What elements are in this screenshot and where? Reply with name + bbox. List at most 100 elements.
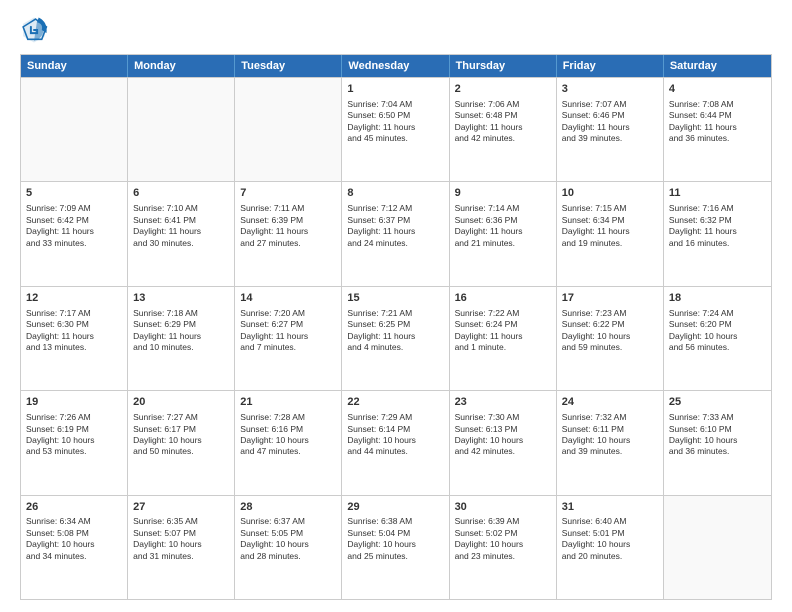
day-number: 23: [455, 395, 551, 410]
day-info: Sunrise: 7:26 AM Sunset: 6:19 PM Dayligh…: [26, 412, 122, 458]
calendar-day-14: 14Sunrise: 7:20 AM Sunset: 6:27 PM Dayli…: [235, 287, 342, 390]
calendar-day-23: 23Sunrise: 7:30 AM Sunset: 6:13 PM Dayli…: [450, 391, 557, 494]
empty-cell: [664, 496, 771, 599]
day-of-week-thursday: Thursday: [450, 55, 557, 77]
calendar-day-27: 27Sunrise: 6:35 AM Sunset: 5:07 PM Dayli…: [128, 496, 235, 599]
day-info: Sunrise: 6:39 AM Sunset: 5:02 PM Dayligh…: [455, 516, 551, 562]
day-info: Sunrise: 7:22 AM Sunset: 6:24 PM Dayligh…: [455, 308, 551, 354]
day-number: 15: [347, 291, 443, 306]
calendar-day-10: 10 Sunrise: 7:15 AM Sunset: 6:34 PM Dayli…: [557, 182, 664, 285]
day-info: Sunrise: 7:10 AM Sunset: 6:41 PM Dayligh…: [133, 203, 229, 249]
header: [20, 16, 772, 44]
calendar-week-2: 5 Sunrise: 7:09 AM Sunset: 6:42 PM Daylig…: [21, 181, 771, 285]
day-info: Sunrise: 7:33 AM Sunset: 6:10 PM Dayligh…: [669, 412, 766, 458]
page: SundayMondayTuesdayWednesdayThursdayFrid…: [0, 0, 792, 612]
day-info: Sunrise: 6:40 AM Sunset: 5:01 PM Dayligh…: [562, 516, 658, 562]
day-number: 3: [562, 82, 658, 97]
day-number: 4: [669, 82, 766, 97]
calendar-day-4: 4 Sunrise: 7:08 AM Sunset: 6:44 PM Daylig…: [664, 78, 771, 181]
day-number: 11: [669, 186, 766, 201]
day-number: 12: [26, 291, 122, 306]
day-info: Sunrise: 7:08 AM Sunset: 6:44 PM Dayligh…: [669, 99, 766, 145]
day-info: Sunrise: 7:32 AM Sunset: 6:11 PM Dayligh…: [562, 412, 658, 458]
day-info: Sunrise: 7:06 AM Sunset: 6:48 PM Dayligh…: [455, 99, 551, 145]
calendar-day-30: 30Sunrise: 6:39 AM Sunset: 5:02 PM Dayli…: [450, 496, 557, 599]
calendar-day-1: 1 Sunrise: 7:04 AM Sunset: 6:50 PM Daylig…: [342, 78, 449, 181]
day-info: Sunrise: 7:28 AM Sunset: 6:16 PM Dayligh…: [240, 412, 336, 458]
day-number: 18: [669, 291, 766, 306]
calendar-day-18: 18 Sunrise: 7:24 AM Sunset: 6:20 PM Dayli…: [664, 287, 771, 390]
calendar-day-24: 24 Sunrise: 7:32 AM Sunset: 6:11 PM Dayli…: [557, 391, 664, 494]
calendar-day-22: 22 Sunrise: 7:29 AM Sunset: 6:14 PM Dayli…: [342, 391, 449, 494]
calendar-day-25: 25 Sunrise: 7:33 AM Sunset: 6:10 PM Dayli…: [664, 391, 771, 494]
day-number: 10: [562, 186, 658, 201]
empty-cell: [128, 78, 235, 181]
day-number: 2: [455, 82, 551, 97]
calendar-week-3: 12 Sunrise: 7:17 AM Sunset: 6:30 PM Dayli…: [21, 286, 771, 390]
calendar-day-31: 31Sunrise: 6:40 AM Sunset: 5:01 PM Dayli…: [557, 496, 664, 599]
day-info: Sunrise: 7:18 AM Sunset: 6:29 PM Dayligh…: [133, 308, 229, 354]
day-number: 29: [347, 500, 443, 515]
day-number: 25: [669, 395, 766, 410]
day-info: Sunrise: 7:11 AM Sunset: 6:39 PM Dayligh…: [240, 203, 336, 249]
calendar-day-8: 8 Sunrise: 7:12 AM Sunset: 6:37 PM Daylig…: [342, 182, 449, 285]
day-number: 22: [347, 395, 443, 410]
calendar-day-21: 21 Sunrise: 7:28 AM Sunset: 6:16 PM Dayli…: [235, 391, 342, 494]
logo: [20, 16, 52, 44]
day-number: 5: [26, 186, 122, 201]
calendar-day-6: 6 Sunrise: 7:10 AM Sunset: 6:41 PM Daylig…: [128, 182, 235, 285]
day-info: Sunrise: 7:20 AM Sunset: 6:27 PM Dayligh…: [240, 308, 336, 354]
day-number: 6: [133, 186, 229, 201]
day-of-week-saturday: Saturday: [664, 55, 771, 77]
day-number: 28: [240, 500, 336, 515]
day-number: 30: [455, 500, 551, 515]
day-number: 19: [26, 395, 122, 410]
logo-icon: [20, 16, 48, 44]
day-info: Sunrise: 6:38 AM Sunset: 5:04 PM Dayligh…: [347, 516, 443, 562]
calendar: SundayMondayTuesdayWednesdayThursdayFrid…: [20, 54, 772, 600]
day-number: 8: [347, 186, 443, 201]
day-number: 9: [455, 186, 551, 201]
calendar-day-3: 3 Sunrise: 7:07 AM Sunset: 6:46 PM Daylig…: [557, 78, 664, 181]
day-number: 21: [240, 395, 336, 410]
day-of-week-monday: Monday: [128, 55, 235, 77]
day-number: 27: [133, 500, 229, 515]
day-info: Sunrise: 7:12 AM Sunset: 6:37 PM Dayligh…: [347, 203, 443, 249]
calendar-day-11: 11Sunrise: 7:16 AM Sunset: 6:32 PM Dayli…: [664, 182, 771, 285]
calendar-day-17: 17 Sunrise: 7:23 AM Sunset: 6:22 PM Dayli…: [557, 287, 664, 390]
empty-cell: [235, 78, 342, 181]
calendar-week-5: 26Sunrise: 6:34 AM Sunset: 5:08 PM Dayli…: [21, 495, 771, 599]
day-info: Sunrise: 7:09 AM Sunset: 6:42 PM Dayligh…: [26, 203, 122, 249]
day-number: 20: [133, 395, 229, 410]
calendar-day-29: 29Sunrise: 6:38 AM Sunset: 5:04 PM Dayli…: [342, 496, 449, 599]
day-info: Sunrise: 7:15 AM Sunset: 6:34 PM Dayligh…: [562, 203, 658, 249]
day-of-week-friday: Friday: [557, 55, 664, 77]
day-number: 17: [562, 291, 658, 306]
day-number: 24: [562, 395, 658, 410]
calendar-day-20: 20 Sunrise: 7:27 AM Sunset: 6:17 PM Dayli…: [128, 391, 235, 494]
day-of-week-sunday: Sunday: [21, 55, 128, 77]
calendar-week-4: 19 Sunrise: 7:26 AM Sunset: 6:19 PM Dayli…: [21, 390, 771, 494]
day-number: 13: [133, 291, 229, 306]
calendar-week-1: 1 Sunrise: 7:04 AM Sunset: 6:50 PM Daylig…: [21, 77, 771, 181]
day-info: Sunrise: 7:29 AM Sunset: 6:14 PM Dayligh…: [347, 412, 443, 458]
calendar-day-12: 12 Sunrise: 7:17 AM Sunset: 6:30 PM Dayli…: [21, 287, 128, 390]
day-info: Sunrise: 7:17 AM Sunset: 6:30 PM Dayligh…: [26, 308, 122, 354]
day-info: Sunrise: 6:34 AM Sunset: 5:08 PM Dayligh…: [26, 516, 122, 562]
calendar-day-19: 19 Sunrise: 7:26 AM Sunset: 6:19 PM Dayli…: [21, 391, 128, 494]
day-of-week-tuesday: Tuesday: [235, 55, 342, 77]
day-number: 26: [26, 500, 122, 515]
day-info: Sunrise: 7:27 AM Sunset: 6:17 PM Dayligh…: [133, 412, 229, 458]
calendar-day-28: 28Sunrise: 6:37 AM Sunset: 5:05 PM Dayli…: [235, 496, 342, 599]
day-number: 16: [455, 291, 551, 306]
day-info: Sunrise: 6:35 AM Sunset: 5:07 PM Dayligh…: [133, 516, 229, 562]
day-info: Sunrise: 7:24 AM Sunset: 6:20 PM Dayligh…: [669, 308, 766, 354]
empty-cell: [21, 78, 128, 181]
calendar-body: 1 Sunrise: 7:04 AM Sunset: 6:50 PM Daylig…: [21, 77, 771, 599]
day-of-week-wednesday: Wednesday: [342, 55, 449, 77]
day-number: 1: [347, 82, 443, 97]
calendar-day-9: 9Sunrise: 7:14 AM Sunset: 6:36 PM Daylig…: [450, 182, 557, 285]
day-info: Sunrise: 7:23 AM Sunset: 6:22 PM Dayligh…: [562, 308, 658, 354]
day-info: Sunrise: 7:04 AM Sunset: 6:50 PM Dayligh…: [347, 99, 443, 145]
day-info: Sunrise: 7:07 AM Sunset: 6:46 PM Dayligh…: [562, 99, 658, 145]
